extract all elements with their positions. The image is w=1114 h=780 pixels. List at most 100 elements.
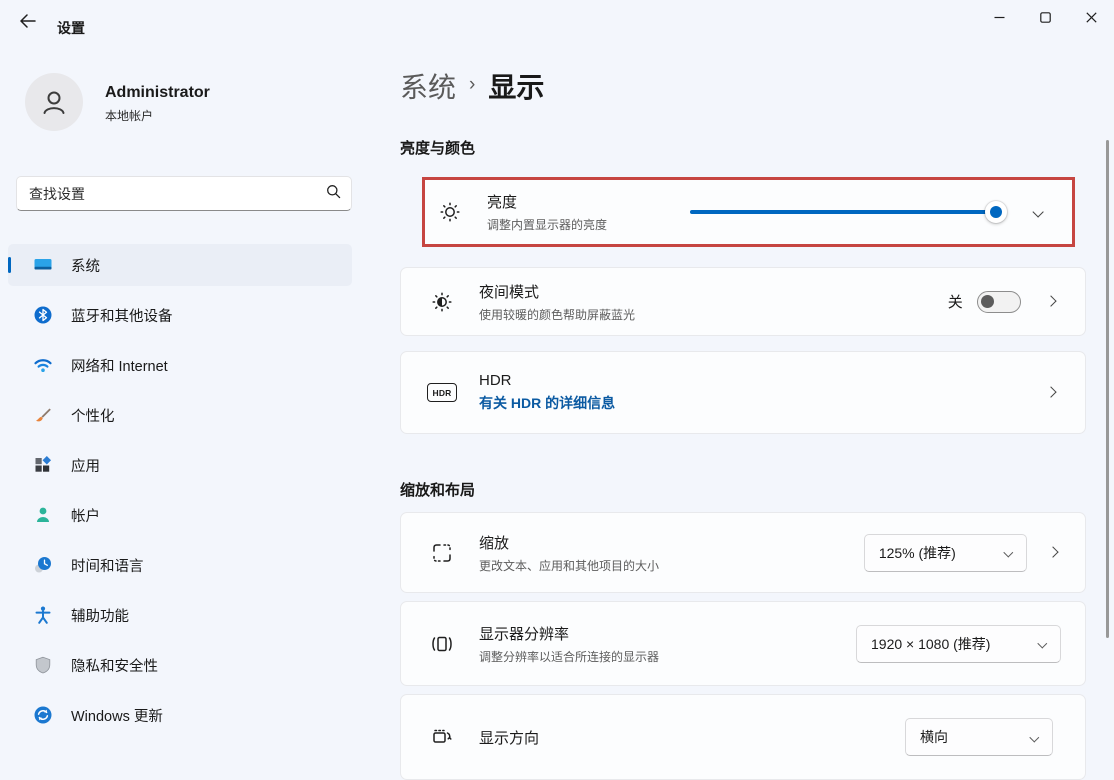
bluetooth-icon [33,305,53,325]
scale-dropdown-value: 125% (推荐) [879,543,956,563]
sidebar-nav: 系统 蓝牙和其他设备 网络和 Internet 个性化 应用 帐户 [8,244,352,744]
back-button[interactable] [12,10,42,36]
sidebar-item-label: 辅助功能 [71,605,129,626]
minimize-button[interactable] [976,0,1022,34]
chevron-down-icon [1038,639,1047,648]
windows-update-icon [33,705,53,725]
system-icon [33,255,53,275]
orientation-icon [427,725,457,749]
scale-subtitle: 更改文本、应用和其他项目的大小 [479,557,659,574]
scale-text: 缩放 更改文本、应用和其他项目的大小 [479,532,659,574]
accounts-person-icon [33,505,53,525]
maximize-button[interactable] [1022,0,1068,34]
resolution-title: 显示器分辨率 [479,623,659,644]
minimize-icon [994,12,1005,23]
hdr-info-link[interactable]: 有关 HDR 的详细信息 [479,393,615,413]
sidebar-item-label: 蓝牙和其他设备 [71,305,173,326]
sidebar-item-bluetooth-devices[interactable]: 蓝牙和其他设备 [8,294,352,336]
page-title: 显示 [488,66,544,106]
chevron-right-icon[interactable] [1045,387,1057,399]
breadcrumb-separator-icon: › [469,74,475,96]
chevron-right-icon[interactable] [1047,547,1059,559]
brightness-subtitle: 调整内置显示器的亮度 [487,216,607,233]
sidebar-item-time-language[interactable]: 时间和语言 [8,544,352,586]
sidebar-item-system[interactable]: 系统 [8,244,352,286]
night-light-icon [427,290,457,314]
section-scale-layout: 缩放和布局 [400,479,475,500]
night-light-toggle[interactable] [977,291,1021,313]
brightness-row-highlight[interactable]: 亮度 调整内置显示器的亮度 [422,177,1075,247]
scale-row[interactable]: 缩放 更改文本、应用和其他项目的大小 125% (推荐) [400,512,1086,593]
orientation-row[interactable]: 显示方向 横向 [400,694,1086,780]
orientation-text: 显示方向 [479,727,539,748]
app-title: 设置 [57,18,85,38]
brightness-text: 亮度 调整内置显示器的亮度 [487,191,607,233]
search-input[interactable] [29,186,326,202]
brightness-title: 亮度 [487,191,607,212]
resolution-text: 显示器分辨率 调整分辨率以适合所连接的显示器 [479,623,659,665]
sidebar-item-label: 网络和 Internet [71,355,168,376]
apps-icon [33,455,53,475]
selection-indicator [8,257,11,273]
sidebar-item-label: Windows 更新 [71,705,163,726]
night-light-row[interactable]: 夜间模式 使用较暖的颜色帮助屏蔽蓝光 关 [400,267,1086,336]
hdr-text: HDR 有关 HDR 的详细信息 [479,372,615,413]
sidebar-item-label: 系统 [71,255,100,276]
night-light-text: 夜间模式 使用较暖的颜色帮助屏蔽蓝光 [479,281,635,323]
network-wifi-icon [33,355,53,375]
sidebar-item-accounts[interactable]: 帐户 [8,494,352,536]
orientation-dropdown[interactable]: 横向 [905,718,1053,756]
orientation-dropdown-value: 横向 [920,727,948,747]
sidebar-item-label: 帐户 [71,505,100,526]
brightness-sun-icon [435,200,465,224]
search-box[interactable] [16,176,352,211]
breadcrumb: 系统 › 显示 [400,66,544,106]
sidebar-item-label: 个性化 [71,405,115,426]
search-icon [326,184,341,204]
hdr-title: HDR [479,372,615,389]
resolution-dropdown[interactable]: 1920 × 1080 (推荐) [856,625,1061,663]
breadcrumb-parent[interactable]: 系统 [400,66,456,106]
chevron-right-icon[interactable] [1045,296,1057,308]
orientation-title: 显示方向 [479,727,539,748]
avatar[interactable] [25,73,83,131]
night-light-subtitle: 使用较暖的颜色帮助屏蔽蓝光 [479,306,635,323]
chevron-down-icon[interactable] [1032,206,1044,218]
privacy-shield-icon [33,655,53,675]
sidebar-item-network-internet[interactable]: 网络和 Internet [8,344,352,386]
night-light-title: 夜间模式 [479,281,635,302]
close-icon [1086,12,1097,23]
scale-dropdown[interactable]: 125% (推荐) [864,534,1027,572]
scale-icon [427,541,457,565]
back-arrow-icon [19,14,36,33]
account-name: Administrator [105,84,210,102]
night-light-state-label: 关 [948,291,963,312]
sidebar-item-label: 隐私和安全性 [71,655,158,676]
resolution-row[interactable]: 显示器分辨率 调整分辨率以适合所连接的显示器 1920 × 1080 (推荐) [400,601,1086,686]
sidebar-item-windows-update[interactable]: Windows 更新 [8,694,352,736]
chevron-down-icon [1004,548,1013,557]
scale-title: 缩放 [479,532,659,553]
brightness-slider-thumb[interactable] [985,201,1007,223]
person-icon [38,86,70,118]
sidebar-item-label: 应用 [71,455,100,476]
resolution-icon [427,632,457,656]
vertical-scrollbar[interactable] [1106,140,1109,638]
accessibility-person-icon [33,605,53,625]
section-brightness-color: 亮度与颜色 [400,137,475,158]
sidebar-item-accessibility[interactable]: 辅助功能 [8,594,352,636]
brightness-slider-track[interactable] [690,210,1006,214]
sidebar-item-privacy-security[interactable]: 隐私和安全性 [8,644,352,686]
sidebar-item-personalization[interactable]: 个性化 [8,394,352,436]
account-type: 本地帐户 [105,107,153,124]
chevron-down-icon [1030,732,1039,741]
sidebar-item-apps[interactable]: 应用 [8,444,352,486]
time-language-clock-icon [33,555,53,575]
window-controls [976,0,1114,34]
hdr-row[interactable]: HDR HDR 有关 HDR 的详细信息 [400,351,1086,434]
brightness-slider[interactable] [690,201,1006,223]
personalization-brush-icon [33,405,53,425]
hdr-badge-icon: HDR [427,383,457,402]
close-button[interactable] [1068,0,1114,34]
toggle-knob [981,295,994,308]
